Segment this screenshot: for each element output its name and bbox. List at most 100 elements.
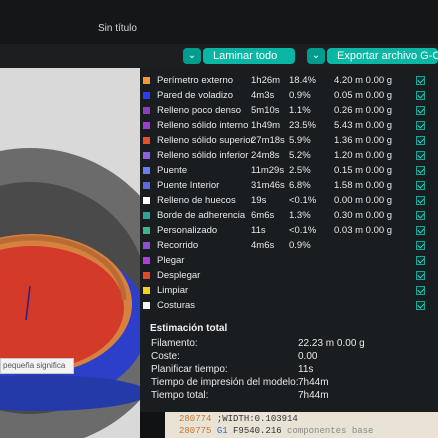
feature-name: Limpiar <box>157 285 189 296</box>
feature-visibility-checkbox[interactable] <box>416 226 425 235</box>
feature-visibility-checkbox[interactable] <box>416 211 425 220</box>
feature-visibility-checkbox[interactable] <box>416 76 425 85</box>
feature-usage: 1.58 m 0.00 g <box>334 180 393 191</box>
feature-visibility-checkbox[interactable] <box>416 151 425 160</box>
feature-time: 4m6s <box>251 240 275 251</box>
feature-row: Relleno sólido superior 27m18s 5.9% 1.36 m … <box>140 134 438 148</box>
feature-percent: 1.1% <box>289 105 311 116</box>
feature-percent: 5.9% <box>289 135 311 146</box>
feature-percent: 6.8% <box>289 180 311 191</box>
feature-name: Borde de adherencia <box>157 210 246 221</box>
feature-row: Relleno sólido inferior 24m8s 5.2% 1.20 m 0… <box>140 149 438 163</box>
feature-visibility-checkbox[interactable] <box>416 166 425 175</box>
feature-color-swatch <box>143 272 150 279</box>
feature-row: Costuras <box>140 299 438 313</box>
feature-color-swatch <box>143 287 150 294</box>
feature-time: 5m10s <box>251 105 280 116</box>
feature-usage: 0.30 m 0.00 g <box>334 210 393 221</box>
feature-name: Personalizado <box>157 225 218 236</box>
sliced-model-preview[interactable] <box>0 68 140 438</box>
feature-name: Costuras <box>157 300 196 311</box>
feature-color-swatch <box>143 212 150 219</box>
feature-percent: 5.2% <box>289 150 311 161</box>
title-bar: Sin título <box>0 0 438 44</box>
feature-color-swatch <box>143 227 150 234</box>
feature-color-swatch <box>143 197 150 204</box>
estimate-value: 11s <box>298 364 314 375</box>
feature-row: Personalizado 11s <0.1% 0.03 m 0.00 g <box>140 224 438 238</box>
export-dropdown-button[interactable]: ⌄ <box>307 48 325 64</box>
estimate-label: Coste: <box>151 351 180 362</box>
slice-dropdown-button[interactable]: ⌄ <box>183 48 201 64</box>
feature-visibility-checkbox[interactable] <box>416 91 425 100</box>
feature-visibility-checkbox[interactable] <box>416 121 425 130</box>
feature-visibility-checkbox[interactable] <box>416 106 425 115</box>
feature-visibility-checkbox[interactable] <box>416 181 425 190</box>
feature-percent: 2.5% <box>289 165 311 176</box>
feature-row: Relleno de huecos 19s <0.1% 0.00 m 0.00 g <box>140 194 438 208</box>
feature-row: Relleno poco denso 5m10s 1.1% 0.26 m 0.00 g <box>140 104 438 118</box>
export-gcode-button[interactable]: Exportar archivo G-Code <box>327 48 438 64</box>
gcode-overlay-text: componentes base <box>287 426 374 436</box>
feature-percent: <0.1% <box>289 195 317 206</box>
estimate-label: Planificar tiempo: <box>151 364 228 375</box>
gcode-line: 280775 G1 F9540.216 componentes base <box>179 426 373 436</box>
feature-usage: 4.20 m 0.00 g <box>334 75 393 86</box>
feature-visibility-checkbox[interactable] <box>416 271 425 280</box>
feature-row: Plegar <box>140 254 438 268</box>
feature-visibility-checkbox[interactable] <box>416 136 425 145</box>
3d-viewport[interactable]: pequeña significa <box>0 68 140 438</box>
estimate-label: Tiempo de impresión del modelo: <box>151 377 299 388</box>
gcode-viewer: 280774 ;WIDTH:0.103914 280775 G1 F9540.2… <box>165 412 438 438</box>
feature-usage: 5.43 m 0.00 g <box>334 120 393 131</box>
feature-usage: 0.26 m 0.00 g <box>334 105 393 116</box>
feature-visibility-checkbox[interactable] <box>416 196 425 205</box>
slice-all-button[interactable]: Laminar todo <box>203 48 295 64</box>
feature-usage: 0.15 m 0.00 g <box>334 165 393 176</box>
feature-time: 1h26m <box>251 75 281 86</box>
feature-color-swatch <box>143 107 150 114</box>
feature-time: 11m29s <box>251 165 285 176</box>
gcode-text: ;WIDTH:0.103914 <box>216 414 298 424</box>
feature-visibility-checkbox[interactable] <box>416 241 425 250</box>
estimate-value: 0.00 <box>298 351 318 362</box>
feature-color-swatch <box>143 77 150 84</box>
feature-visibility-checkbox[interactable] <box>416 256 425 265</box>
feature-usage: 0.03 m 0.00 g <box>334 225 393 236</box>
feature-name: Relleno sólido superior <box>157 135 254 146</box>
feature-row: Relleno sólido interno 1h49m 23.5% 5.43 m 0… <box>140 119 438 133</box>
feature-color-swatch <box>143 167 150 174</box>
feature-percent: <0.1% <box>289 225 317 236</box>
feature-row: Perímetro externo 1h26m 18.4% 4.20 m 0.00 g <box>140 74 438 88</box>
feature-color-swatch <box>143 302 150 309</box>
feature-color-swatch <box>143 182 150 189</box>
feature-name: Relleno de huecos <box>157 195 236 206</box>
feature-time: 19s <box>251 195 267 206</box>
feature-color-swatch <box>143 152 150 159</box>
feature-row: Limpiar <box>140 284 438 298</box>
feature-color-swatch <box>143 92 150 99</box>
gcode-line-number: 280775 <box>179 426 212 436</box>
feature-name: Relleno poco denso <box>157 105 241 116</box>
feature-name: Pared de voladizo <box>157 90 234 101</box>
feature-percent: 0.9% <box>289 240 311 251</box>
feature-name: Relleno sólido inferior <box>157 150 249 161</box>
feature-time: 31m46s <box>251 180 285 191</box>
feature-name: Perímetro externo <box>157 75 234 86</box>
feature-usage: 0.00 m 0.00 g <box>334 195 393 206</box>
feature-visibility-checkbox[interactable] <box>416 286 425 295</box>
feature-time: 1h49m <box>251 120 281 131</box>
window-title: Sin título <box>98 23 137 34</box>
estimate-title: Estimación total <box>150 323 228 334</box>
slice-statistics-panel: Perímetro externo 1h26m 18.4% 4.20 m 0.00 g… <box>140 68 438 412</box>
feature-time: 27m18s <box>251 135 285 146</box>
feature-visibility-checkbox[interactable] <box>416 301 425 310</box>
feature-row: Pared de voladizo 4m3s 0.9% 0.05 m 0.00 g <box>140 89 438 103</box>
estimate-value: 7h44m <box>298 377 329 388</box>
feature-percent: 1.3% <box>289 210 311 221</box>
estimate-value: 7h44m <box>298 390 329 401</box>
feature-time: 24m8s <box>251 150 280 161</box>
feature-percent: 18.4% <box>289 75 316 86</box>
feature-color-swatch <box>143 242 150 249</box>
feature-name: Puente Interior <box>157 180 220 191</box>
